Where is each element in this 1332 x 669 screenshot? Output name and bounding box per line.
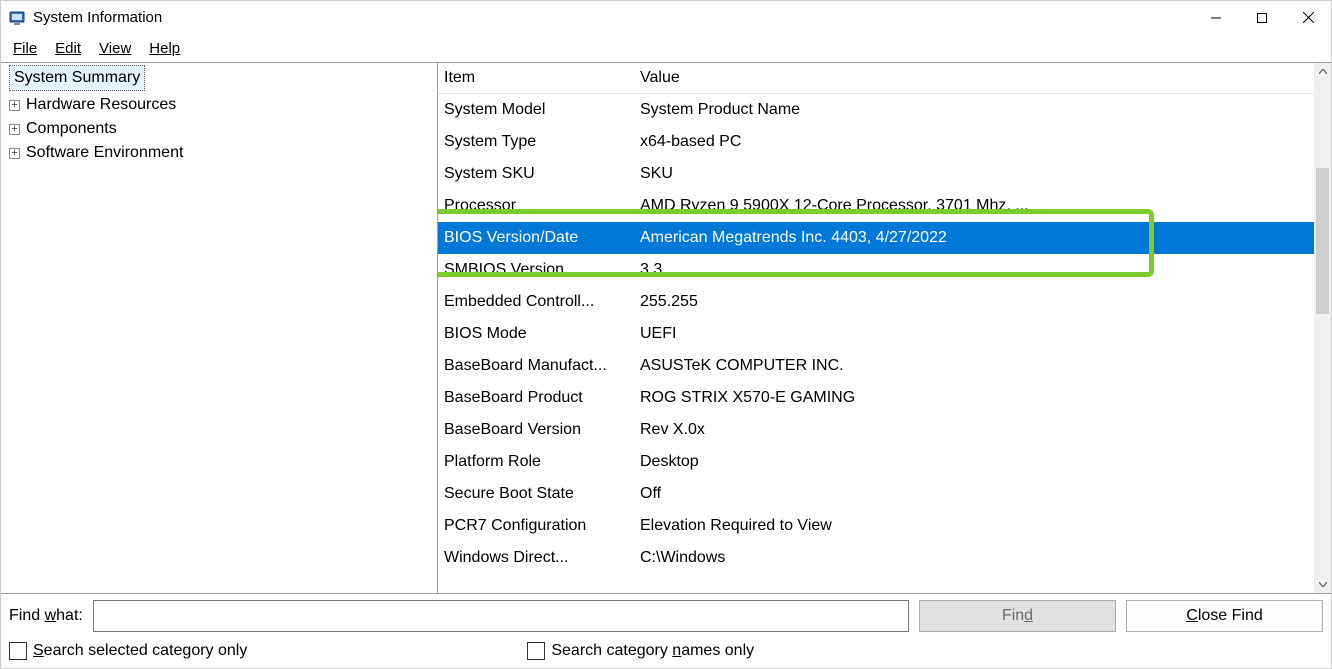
tree-item-label: Hardware Resources	[26, 96, 176, 114]
title-bar: System Information	[1, 1, 1331, 34]
tree-item[interactable]: + Hardware Resources	[9, 93, 437, 117]
row-value: AMD Ryzen 9 5900X 12-Core Processor, 370…	[636, 197, 1104, 215]
list-pane: Item Value System ModelSystem Product Na…	[438, 63, 1331, 593]
row-value: ROG STRIX X570-E GAMING	[636, 389, 1104, 407]
column-header-value[interactable]: Value	[636, 69, 1314, 87]
tree-pane: System Summary + Hardware Resources + Compo…	[1, 63, 438, 593]
checkbox-icon	[527, 642, 545, 660]
row-item-label: Embedded Controll...	[438, 293, 636, 311]
row-value: Desktop	[636, 453, 1104, 471]
expand-icon[interactable]: +	[9, 124, 20, 135]
find-what-input[interactable]	[93, 600, 909, 632]
minimize-button[interactable]	[1193, 2, 1239, 34]
table-row[interactable]: System SKUSKU	[438, 158, 1314, 190]
tree-item-label: Components	[26, 120, 117, 138]
row-value: x64-based PC	[636, 133, 1104, 151]
table-row[interactable]: ProcessorAMD Ryzen 9 5900X 12-Core Proce…	[438, 190, 1314, 222]
list-rows: System ModelSystem Product NameSystem Ty…	[438, 94, 1314, 574]
table-row[interactable]: System ModelSystem Product Name	[438, 94, 1314, 126]
row-item-label: System Model	[438, 101, 636, 119]
row-item-label: System SKU	[438, 165, 636, 183]
row-value: American Megatrends Inc. 4403, 4/27/2022	[636, 229, 1104, 247]
menu-file[interactable]: File	[5, 38, 45, 59]
row-value: 3.3	[636, 261, 1104, 279]
table-row[interactable]: BIOS Version/DateAmerican Megatrends Inc…	[438, 222, 1314, 254]
expand-icon[interactable]: +	[9, 100, 20, 111]
row-item-label: BaseBoard Manufact...	[438, 357, 636, 375]
window-title: System Information	[33, 9, 162, 26]
table-row[interactable]: BaseBoard VersionRev X.0x	[438, 414, 1314, 446]
expand-icon[interactable]: +	[9, 148, 20, 159]
list-table: Item Value System ModelSystem Product Na…	[438, 63, 1314, 593]
table-row[interactable]: System Typex64-based PC	[438, 126, 1314, 158]
tree-item[interactable]: + Components	[9, 117, 437, 141]
table-row[interactable]: BaseBoard ProductROG STRIX X570-E GAMING	[438, 382, 1314, 414]
find-what-label: Find what:	[9, 607, 83, 625]
table-row[interactable]: Windows Direct...C:\Windows	[438, 542, 1314, 574]
scroll-down-icon[interactable]	[1314, 576, 1331, 593]
row-item-label: PCR7 Configuration	[438, 517, 636, 535]
row-value: 255.255	[636, 293, 1104, 311]
table-row[interactable]: SMBIOS Version3.3	[438, 254, 1314, 286]
column-header-item[interactable]: Item	[438, 69, 636, 87]
menu-edit[interactable]: Edit	[47, 38, 89, 59]
tree-root-system-summary[interactable]: System Summary	[9, 65, 145, 91]
row-value: System Product Name	[636, 101, 1104, 119]
row-item-label: Platform Role	[438, 453, 636, 471]
list-header: Item Value	[438, 63, 1314, 94]
close-find-button[interactable]: Close Find	[1126, 600, 1323, 632]
row-value: Elevation Required to View	[636, 517, 1104, 535]
menu-bar: File Edit View Help	[1, 34, 1331, 62]
row-item-label: BaseBoard Product	[438, 389, 636, 407]
table-row[interactable]: BIOS ModeUEFI	[438, 318, 1314, 350]
row-value: SKU	[636, 165, 1104, 183]
row-value: Rev X.0x	[636, 421, 1104, 439]
row-item-label: BaseBoard Version	[438, 421, 636, 439]
vertical-scrollbar[interactable]	[1314, 63, 1331, 593]
scroll-up-icon[interactable]	[1314, 63, 1331, 80]
row-value: UEFI	[636, 325, 1104, 343]
app-icon	[9, 10, 25, 26]
find-panel: Find what: Find Close Find Search select…	[1, 594, 1331, 668]
search-selected-category-only-checkbox[interactable]: Search selected category only	[9, 642, 247, 660]
menu-help[interactable]: Help	[141, 38, 188, 59]
scroll-thumb[interactable]	[1316, 168, 1329, 314]
tree-item[interactable]: + Software Environment	[9, 141, 437, 165]
search-category-names-only-checkbox[interactable]: Search category names only	[527, 642, 754, 660]
table-row[interactable]: Secure Boot StateOff	[438, 478, 1314, 510]
system-information-window: System Information File Edit View Help S…	[0, 0, 1332, 669]
row-item-label: Processor	[438, 197, 636, 215]
row-value: C:\Windows	[636, 549, 1104, 567]
row-item-label: BIOS Mode	[438, 325, 636, 343]
table-row[interactable]: PCR7 ConfigurationElevation Required to …	[438, 510, 1314, 542]
row-value: Off	[636, 485, 1104, 503]
row-item-label: Secure Boot State	[438, 485, 636, 503]
scroll-track[interactable]	[1314, 80, 1331, 576]
row-value: ASUSTeK COMPUTER INC.	[636, 357, 1104, 375]
close-button[interactable]	[1285, 2, 1331, 34]
find-button[interactable]: Find	[919, 600, 1116, 632]
body: System Summary + Hardware Resources + Compo…	[1, 62, 1331, 594]
maximize-button[interactable]	[1239, 2, 1285, 34]
tree-item-label: Software Environment	[26, 144, 183, 162]
table-row[interactable]: Embedded Controll...255.255	[438, 286, 1314, 318]
row-item-label: SMBIOS Version	[438, 261, 636, 279]
checkbox-icon	[9, 642, 27, 660]
table-row[interactable]: BaseBoard Manufact...ASUSTeK COMPUTER IN…	[438, 350, 1314, 382]
row-item-label: System Type	[438, 133, 636, 151]
table-row[interactable]: Platform RoleDesktop	[438, 446, 1314, 478]
row-item-label: Windows Direct...	[438, 549, 636, 567]
row-item-label: BIOS Version/Date	[438, 229, 636, 247]
menu-view[interactable]: View	[91, 38, 139, 59]
